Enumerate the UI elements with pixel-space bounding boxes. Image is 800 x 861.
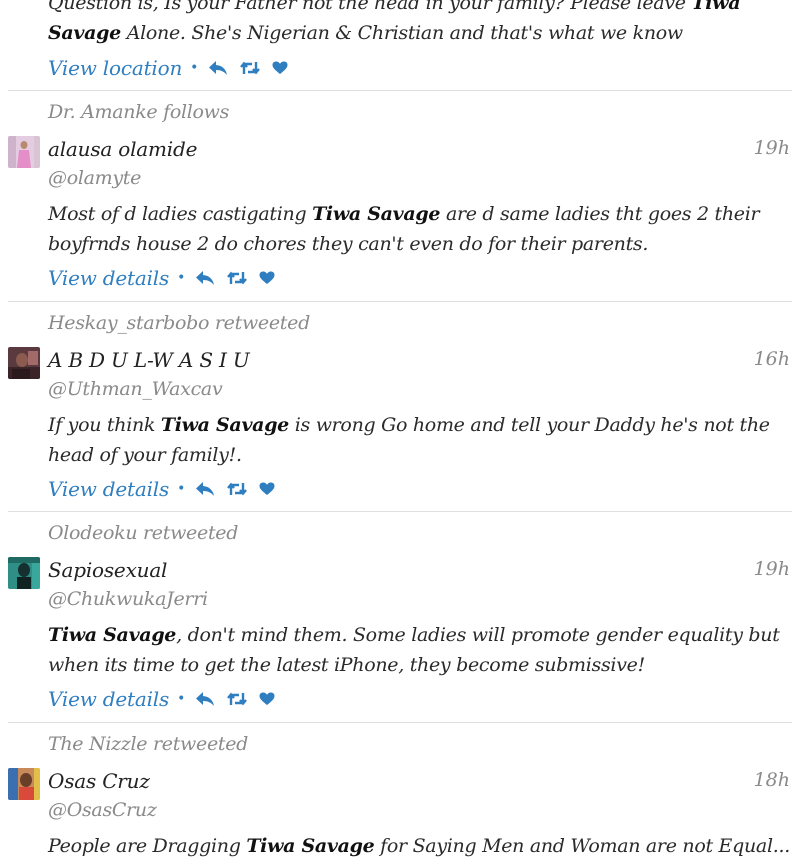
avatar[interactable] — [8, 136, 40, 168]
user-handle[interactable]: @OsasCruz — [48, 799, 157, 821]
retweet-icon[interactable] — [227, 691, 248, 707]
retweet-icon[interactable] — [227, 270, 248, 286]
tweet-text: Most of d ladies castigating Tiwa Savage… — [48, 203, 760, 255]
avatar[interactable] — [8, 557, 40, 589]
favorite-icon[interactable] — [272, 61, 288, 75]
view-details-link[interactable]: View details — [48, 266, 169, 290]
retweet-icon[interactable] — [227, 481, 248, 497]
highlight-term: Tiwa Savage — [246, 835, 375, 857]
tweet-actions: View details • — [48, 686, 287, 712]
separator-dot: • — [190, 60, 199, 76]
tweet[interactable]: Dr. Amanke follows alausa olamide 19h @o… — [0, 91, 800, 301]
user-name[interactable]: alausa olamide — [48, 137, 197, 161]
user-handle[interactable]: @olamyte — [48, 167, 141, 189]
reply-icon[interactable] — [195, 691, 215, 707]
user-handle[interactable]: @Uthman_Waxcav — [48, 378, 223, 400]
tweet-text: People are Dragging Tiwa Savage for Sayi… — [48, 835, 790, 857]
view-details-link[interactable]: View details — [48, 477, 169, 501]
tweet[interactable]: The Nizzle retweeted Osas Cruz 18h @Osas… — [0, 723, 800, 860]
favorite-icon[interactable] — [259, 482, 275, 496]
tweet-partial[interactable]: Question is, Is your Father not the head… — [0, 0, 800, 90]
separator-dot: • — [177, 481, 186, 497]
view-details-link[interactable]: View details — [48, 687, 169, 711]
separator-dot: • — [177, 270, 186, 286]
timestamp[interactable]: 18h — [754, 769, 790, 791]
reply-icon[interactable] — [195, 481, 215, 497]
reply-icon[interactable] — [208, 60, 228, 76]
tweet-text: Question is, Is your Father not the head… — [48, 0, 741, 44]
favorite-icon[interactable] — [259, 271, 275, 285]
tweet[interactable]: Heskay_starbobo retweeted A B D U L-W A … — [0, 302, 800, 511]
separator-dot: • — [177, 691, 186, 707]
favorite-icon[interactable] — [259, 692, 275, 706]
user-name[interactable]: Sapiosexual — [48, 558, 167, 582]
social-context: Olodeoku retweeted — [48, 522, 239, 544]
highlight-term: Tiwa Savage — [160, 414, 289, 436]
tweet-actions: View location • — [48, 55, 300, 81]
social-context: Dr. Amanke follows — [48, 101, 230, 123]
user-handle[interactable]: @ChukwukaJerri — [48, 588, 208, 610]
tweet-actions: View details • — [48, 476, 287, 502]
retweet-icon[interactable] — [240, 60, 261, 76]
avatar[interactable] — [8, 347, 40, 379]
tweet-feed: Question is, Is your Father not the head… — [0, 0, 800, 860]
timestamp[interactable]: 19h — [754, 137, 790, 159]
highlight-term: Tiwa Savage — [48, 624, 177, 646]
tweet-text: If you think Tiwa Savage is wrong Go hom… — [48, 414, 770, 466]
view-location-link[interactable]: View location — [48, 56, 182, 80]
tweet-actions: View details • — [48, 265, 287, 291]
user-name[interactable]: Osas Cruz — [48, 769, 150, 793]
tweet-text: Tiwa Savage, don't mind them. Some ladie… — [48, 624, 780, 676]
reply-icon[interactable] — [195, 270, 215, 286]
tweet[interactable]: Olodeoku retweeted Sapiosexual 19h @Chuk… — [0, 512, 800, 722]
timestamp[interactable]: 16h — [754, 348, 790, 370]
social-context: The Nizzle retweeted — [48, 733, 249, 755]
timestamp[interactable]: 19h — [754, 558, 790, 580]
user-name[interactable]: A B D U L-W A S I U — [48, 348, 250, 372]
highlight-term: Tiwa Savage — [312, 203, 441, 225]
social-context: Heskay_starbobo retweeted — [48, 312, 310, 334]
avatar[interactable] — [8, 768, 40, 800]
